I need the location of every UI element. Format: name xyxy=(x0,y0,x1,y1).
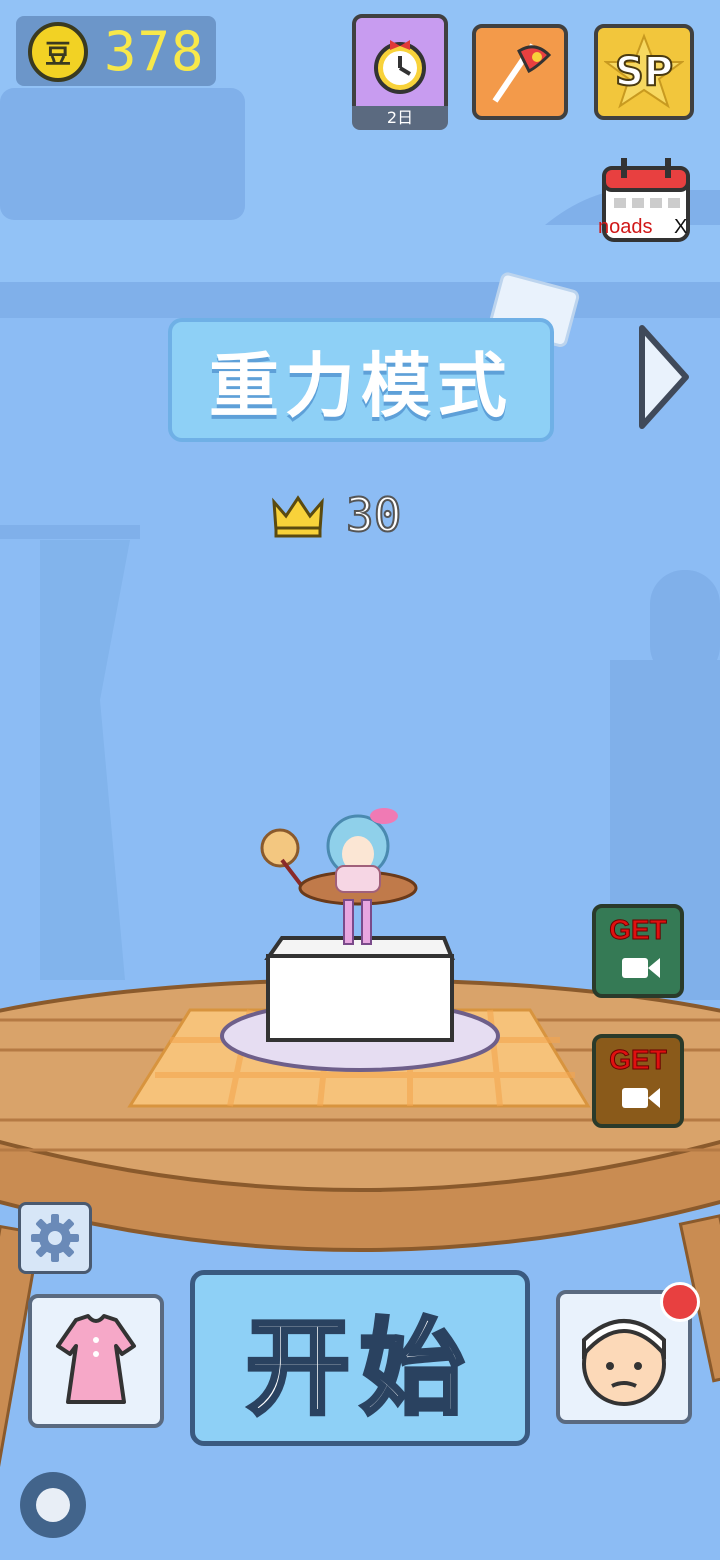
settings-button[interactable] xyxy=(18,1202,92,1274)
assistive-touch-icon xyxy=(36,1488,70,1522)
get-label: GET xyxy=(609,914,668,946)
dress-icon xyxy=(56,1314,136,1404)
mode-title: 重力模式 xyxy=(209,344,513,427)
wardrobe-button[interactable] xyxy=(28,1294,164,1428)
timer-days-label: 2日 xyxy=(352,106,448,130)
character-girl xyxy=(260,808,418,945)
video-camera-icon xyxy=(622,1088,660,1108)
coin-icon: 豆 xyxy=(28,22,88,82)
start-label: 开始 xyxy=(244,1305,474,1431)
video-camera-icon xyxy=(622,958,660,978)
get-reward-video-button-2[interactable]: GET xyxy=(592,1034,684,1128)
notification-dot xyxy=(660,1282,700,1322)
daily-timer-button[interactable] xyxy=(352,14,448,118)
alarm-clock-icon xyxy=(374,40,426,94)
sp-button[interactable]: SP xyxy=(594,24,694,120)
flag-icon xyxy=(492,43,552,103)
get-label: GET xyxy=(609,1044,668,1076)
noads-close-button[interactable]: X xyxy=(674,216,687,239)
best-score: 30 xyxy=(345,487,402,543)
coin-count: 378 xyxy=(104,20,205,83)
gear-icon xyxy=(31,1214,79,1262)
get-reward-video-button-1[interactable]: GET xyxy=(592,904,684,998)
next-mode-arrow-icon[interactable] xyxy=(636,322,692,432)
start-button[interactable]: 开始 xyxy=(190,1270,530,1446)
flag-button[interactable] xyxy=(472,24,568,120)
sp-label: SP xyxy=(614,48,674,96)
noads-label[interactable]: noads xyxy=(598,216,653,239)
mode-banner: 重力模式 xyxy=(168,318,554,442)
crown-icon xyxy=(272,495,324,538)
coin-icon-glyph: 豆 xyxy=(44,39,71,70)
